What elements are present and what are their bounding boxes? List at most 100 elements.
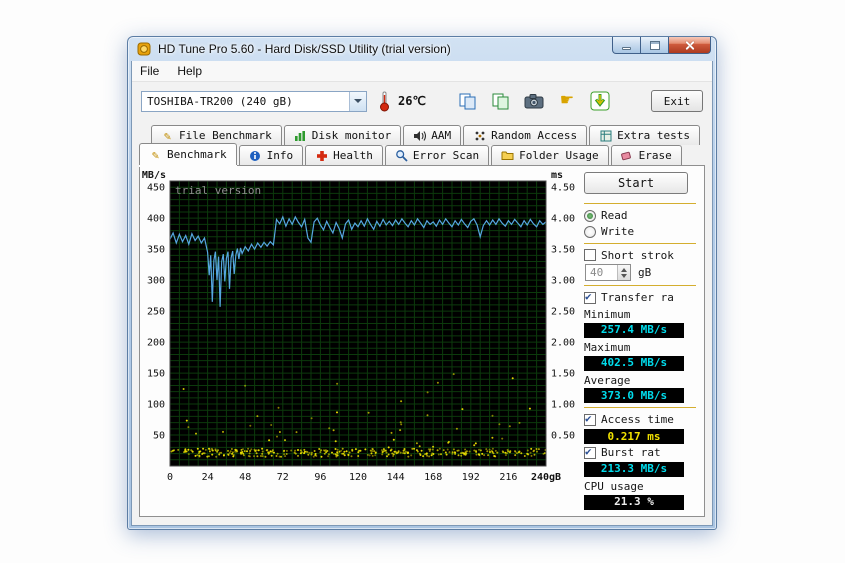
short-stroke-spinner[interactable] [617, 265, 630, 280]
svg-text:300: 300 [147, 276, 165, 287]
svg-text:3.50: 3.50 [551, 245, 575, 256]
divider [584, 285, 696, 286]
checkbox-unchecked-icon [584, 249, 596, 261]
svg-text:2.00: 2.00 [551, 338, 575, 349]
svg-text:200: 200 [147, 338, 165, 349]
maximum-label: Maximum [584, 341, 696, 355]
minimize-button[interactable] [612, 37, 641, 54]
copy-image-button[interactable] [488, 88, 514, 114]
tab-label: Disk monitor [312, 129, 391, 142]
write-radio-label: Write [601, 225, 634, 239]
svg-text:96: 96 [314, 472, 326, 483]
svg-text:400: 400 [147, 214, 165, 225]
pointer-button[interactable]: ☛ [554, 88, 580, 114]
burst-rate-label: Burst rat [601, 446, 661, 460]
svg-text:4.50: 4.50 [551, 183, 575, 194]
close-button[interactable] [669, 37, 711, 54]
tab-aam[interactable]: AAM [403, 125, 461, 145]
app-icon [136, 41, 152, 57]
camera-icon [524, 93, 544, 109]
disk-monitor-icon [294, 129, 307, 142]
short-stroke-label: Short strok [601, 249, 674, 263]
svg-text:0: 0 [167, 472, 173, 483]
temperature-value: 26℃ [398, 94, 426, 108]
svg-text:4.00: 4.00 [551, 214, 575, 225]
window-controls [612, 37, 711, 54]
tab-label: Random Access [491, 129, 577, 142]
benchmark-chart: trial versionMB/sms450400350300250200150… [142, 169, 578, 501]
tab-label: File Benchmark [179, 129, 272, 142]
pointing-hand-icon: ☛ [560, 93, 574, 109]
short-stroke-checkbox[interactable]: Short strok [584, 249, 696, 263]
copy-text-button[interactable] [455, 88, 481, 114]
save-results-button[interactable] [587, 88, 613, 114]
svg-text:150: 150 [147, 369, 165, 380]
window-title: HD Tune Pro 5.60 - Hard Disk/SSD Utility… [158, 42, 451, 56]
read-radio[interactable]: Read [584, 209, 696, 223]
tab-file-benchmark[interactable]: ✎ File Benchmark [151, 125, 282, 145]
menubar: File Help [132, 61, 712, 82]
menu-file[interactable]: File [140, 64, 159, 78]
read-radio-label: Read [601, 209, 628, 223]
start-button[interactable]: Start [584, 172, 688, 194]
titlebar[interactable]: HD Tune Pro 5.60 - Hard Disk/SSD Utility… [131, 37, 713, 61]
average-label: Average [584, 374, 696, 388]
svg-text:100: 100 [147, 400, 165, 411]
checkbox-checked-icon [584, 414, 596, 426]
maximize-icon [650, 41, 660, 50]
tab-error-scan[interactable]: Error Scan [385, 145, 489, 165]
tab-health[interactable]: Health [305, 145, 383, 165]
svg-text:ms: ms [551, 170, 563, 181]
toolbar-icons: ☛ [455, 88, 613, 114]
tab-label: Health [333, 149, 373, 162]
short-stroke-value: 40 [590, 266, 603, 280]
tab-info[interactable]: Info [239, 145, 304, 165]
tab-disk-monitor[interactable]: Disk monitor [284, 125, 401, 145]
drive-select-value: TOSHIBA-TR200 (240 gB) [147, 95, 293, 108]
menu-help[interactable]: Help [177, 64, 202, 78]
burst-rate-checkbox[interactable]: Burst rat [584, 446, 696, 460]
drive-select-arrow[interactable] [349, 92, 366, 111]
minimum-value: 257.4 MB/s [584, 323, 684, 338]
benchmark-settings-panel: Start Read Write Short strok [578, 166, 704, 516]
divider [584, 243, 696, 244]
access-time-checkbox[interactable]: Access time [584, 413, 696, 427]
svg-text:350: 350 [147, 245, 165, 256]
short-stroke-input[interactable]: 40 [585, 264, 631, 281]
svg-text:MB/s: MB/s [142, 170, 166, 181]
desktop: HD Tune Pro 5.60 - Hard Disk/SSD Utility… [0, 0, 845, 563]
checkbox-checked-icon [584, 292, 596, 304]
divider [584, 203, 696, 204]
drive-select[interactable]: TOSHIBA-TR200 (240 gB) [141, 91, 367, 112]
magnifier-icon [395, 149, 408, 162]
tab-folder-usage[interactable]: Folder Usage [491, 145, 608, 165]
tab-row-bottom: ✎ Benchmark Info Health [139, 145, 705, 165]
toolbar: TOSHIBA-TR200 (240 gB) 26℃ [132, 82, 712, 120]
svg-text:250: 250 [147, 307, 165, 318]
transfer-rate-checkbox[interactable]: Transfer ra [584, 291, 696, 305]
svg-text:1.50: 1.50 [551, 369, 575, 380]
window-client-area: File Help TOSHIBA-TR200 (240 gB) 26℃ [131, 61, 713, 526]
short-stroke-unit: gB [638, 266, 651, 280]
minimum-label: Minimum [584, 308, 696, 322]
tab-erase[interactable]: Erase [611, 145, 682, 165]
tab-extra-tests[interactable]: Extra tests [589, 125, 700, 145]
svg-text:192: 192 [462, 472, 480, 483]
screenshot-button[interactable] [521, 88, 547, 114]
benchmark-graph: trial versionMB/sms450400350300250200150… [140, 166, 578, 516]
speaker-icon [413, 129, 426, 142]
radio-selected-icon [584, 210, 596, 222]
tab-random-access[interactable]: Random Access [463, 125, 587, 145]
write-radio[interactable]: Write [584, 225, 696, 239]
tab-label: Error Scan [413, 149, 479, 162]
exit-button[interactable]: Exit [651, 90, 703, 112]
divider [584, 407, 696, 408]
maximize-button[interactable] [641, 37, 669, 54]
health-cross-icon [315, 149, 328, 162]
tab-label: Benchmark [167, 148, 227, 161]
svg-text:trial version: trial version [175, 184, 261, 197]
tab-row-top: ✎ File Benchmark Disk monitor AAM [151, 125, 705, 145]
tab-benchmark[interactable]: ✎ Benchmark [139, 143, 237, 165]
file-benchmark-icon: ✎ [161, 129, 174, 142]
average-value: 373.0 MB/s [584, 388, 684, 403]
